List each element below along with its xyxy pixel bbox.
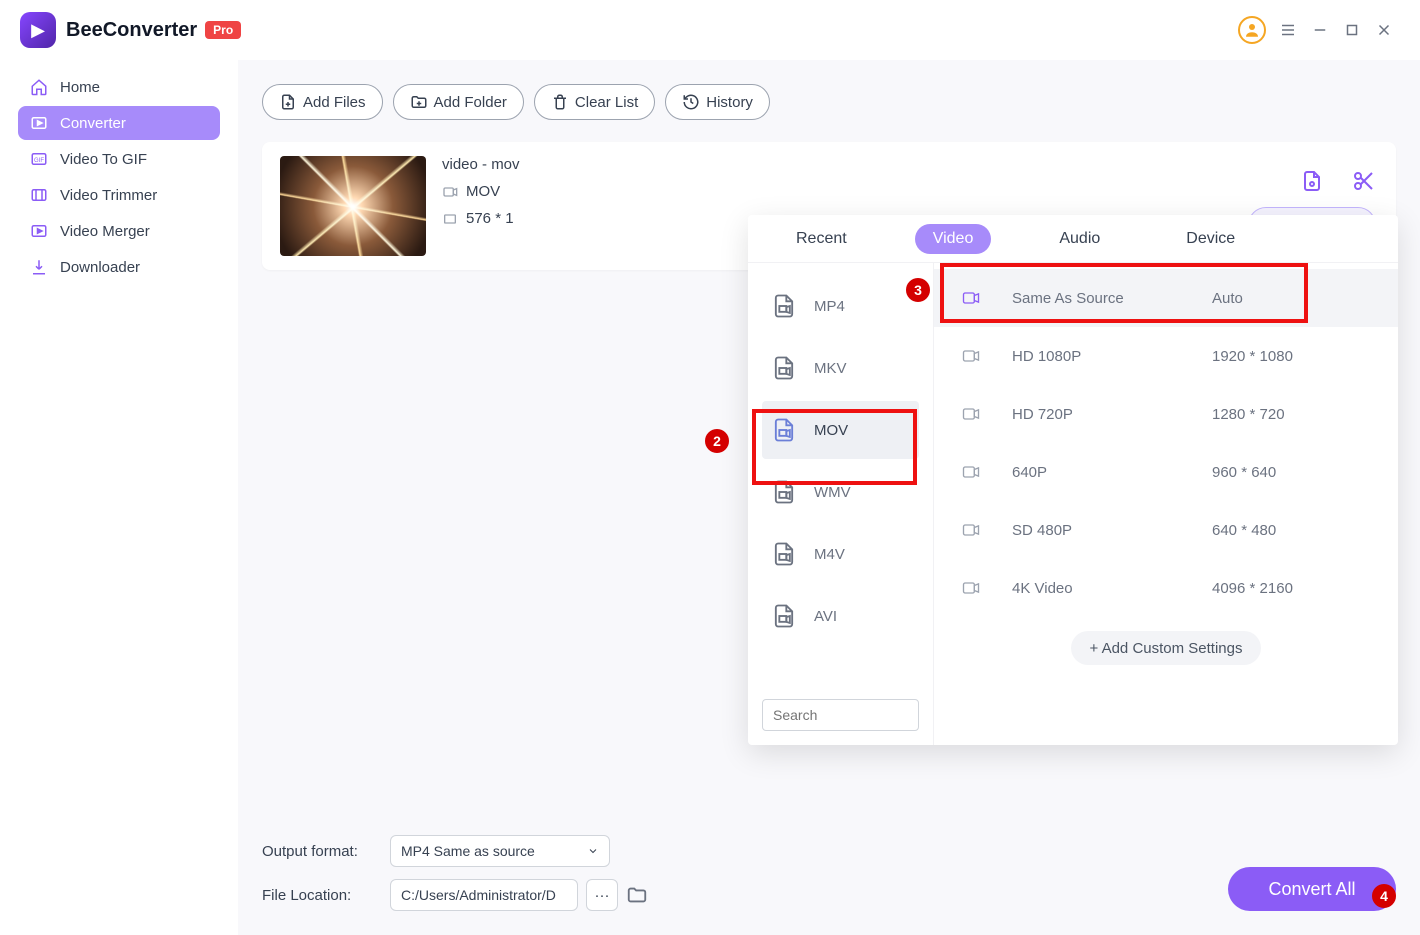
sidebar-item-converter[interactable]: Converter xyxy=(18,106,220,140)
format-list: MP4MKVMOVWMVM4VAVI xyxy=(748,263,934,745)
minimize-icon[interactable] xyxy=(1304,14,1336,46)
home-icon xyxy=(30,78,48,96)
sidebar-item-label: Video Merger xyxy=(60,223,150,240)
sidebar-item-home[interactable]: Home xyxy=(18,70,220,104)
history-button[interactable]: History xyxy=(665,84,770,120)
resolution-item[interactable]: 4K Video4096 * 2160 xyxy=(934,559,1398,617)
pro-badge: Pro xyxy=(205,21,241,39)
convert-all-button[interactable]: Convert All xyxy=(1228,867,1396,911)
video-icon xyxy=(960,578,982,598)
output-format-select[interactable]: MP4 Same as source xyxy=(390,835,610,867)
trash-icon xyxy=(551,93,569,111)
close-icon[interactable] xyxy=(1368,14,1400,46)
svg-text:GIF: GIF xyxy=(34,158,44,164)
annotation-badge-3: 3 xyxy=(906,278,930,302)
resolution-list: Same As SourceAutoHD 1080P1920 * 1080HD … xyxy=(934,263,1398,745)
video-icon xyxy=(960,346,982,366)
format-item-m4v[interactable]: M4V xyxy=(762,525,919,583)
main-area: Add Files Add Folder Clear List History … xyxy=(238,60,1420,935)
tab-recent[interactable]: Recent xyxy=(778,224,865,254)
file-location-label: File Location: xyxy=(262,887,374,904)
settings-file-icon[interactable] xyxy=(1300,169,1324,193)
footer: Output format: MP4 Same as source File L… xyxy=(262,835,1396,911)
trimmer-icon xyxy=(30,186,48,204)
video-icon xyxy=(960,404,982,424)
folder-plus-icon xyxy=(410,93,428,111)
add-files-button[interactable]: Add Files xyxy=(262,84,383,120)
file-video-icon xyxy=(770,602,798,630)
user-icon[interactable] xyxy=(1238,16,1266,44)
download-icon xyxy=(30,258,48,276)
menu-icon[interactable] xyxy=(1272,14,1304,46)
sidebar-item-downloader[interactable]: Downloader xyxy=(18,250,220,284)
scissors-icon[interactable] xyxy=(1352,169,1376,193)
format-popup: Recent Video Audio Device MP4MKVMOVWMVM4… xyxy=(748,215,1398,745)
file-video-icon xyxy=(770,416,798,444)
sidebar-item-gif[interactable]: GIF Video To GIF xyxy=(18,142,220,176)
maximize-icon[interactable] xyxy=(1336,14,1368,46)
video-icon xyxy=(960,462,982,482)
video-icon xyxy=(442,184,458,200)
annotation-badge-2: 2 xyxy=(705,429,729,453)
sidebar-item-label: Home xyxy=(60,79,100,96)
format-item-avi[interactable]: AVI xyxy=(762,587,919,645)
file-video-icon xyxy=(770,292,798,320)
dimensions-icon xyxy=(442,211,458,227)
merger-icon xyxy=(30,222,48,240)
output-format-label: Output format: xyxy=(262,843,374,860)
resolution-item[interactable]: HD 720P1280 * 720 xyxy=(934,385,1398,443)
file-title: video - mov xyxy=(442,156,520,173)
title-bar: ▶ BeeConverter Pro xyxy=(0,0,1420,60)
resolution-item[interactable]: HD 1080P1920 * 1080 xyxy=(934,327,1398,385)
format-item-mp4[interactable]: MP4 xyxy=(762,277,919,335)
file-location-input[interactable]: C:/Users/Administrator/D xyxy=(390,879,578,911)
resolution-item[interactable]: Same As SourceAuto xyxy=(934,269,1398,327)
sidebar-item-merger[interactable]: Video Merger xyxy=(18,214,220,248)
sidebar-item-label: Video To GIF xyxy=(60,151,147,168)
format-item-mkv[interactable]: MKV xyxy=(762,339,919,397)
app-logo: ▶ xyxy=(20,12,56,48)
more-button[interactable]: ··· xyxy=(586,879,618,911)
resolution-item[interactable]: 640P960 * 640 xyxy=(934,443,1398,501)
annotation-badge-4: 4 xyxy=(1372,884,1396,908)
video-thumbnail[interactable] xyxy=(280,156,426,256)
clear-list-button[interactable]: Clear List xyxy=(534,84,655,120)
folder-open-icon[interactable] xyxy=(626,884,648,906)
format-search-input[interactable] xyxy=(762,699,919,731)
sidebar-item-label: Downloader xyxy=(60,259,140,276)
app-name: BeeConverter xyxy=(66,19,197,42)
converter-icon xyxy=(30,114,48,132)
tab-device[interactable]: Device xyxy=(1168,224,1253,254)
add-custom-settings-button[interactable]: + Add Custom Settings xyxy=(1071,631,1260,665)
toolbar: Add Files Add Folder Clear List History xyxy=(262,84,1396,120)
history-icon xyxy=(682,93,700,111)
file-video-icon xyxy=(770,354,798,382)
file-plus-icon xyxy=(279,93,297,111)
chevron-down-icon xyxy=(587,845,599,857)
file-dimensions: 576 * 1 xyxy=(466,210,514,227)
file-format: MOV xyxy=(466,183,500,200)
sidebar: Home Converter GIF Video To GIF Video Tr… xyxy=(0,60,238,935)
format-item-mov[interactable]: MOV xyxy=(762,401,919,459)
format-item-wmv[interactable]: WMV xyxy=(762,463,919,521)
file-video-icon xyxy=(770,478,798,506)
video-icon xyxy=(960,288,982,308)
tab-video[interactable]: Video xyxy=(915,224,992,254)
gif-icon: GIF xyxy=(30,150,48,168)
sidebar-item-label: Converter xyxy=(60,115,126,132)
sidebar-item-trimmer[interactable]: Video Trimmer xyxy=(18,178,220,212)
file-video-icon xyxy=(770,540,798,568)
video-icon xyxy=(960,520,982,540)
add-folder-button[interactable]: Add Folder xyxy=(393,84,524,120)
resolution-item[interactable]: SD 480P640 * 480 xyxy=(934,501,1398,559)
tab-audio[interactable]: Audio xyxy=(1041,224,1118,254)
sidebar-item-label: Video Trimmer xyxy=(60,187,157,204)
